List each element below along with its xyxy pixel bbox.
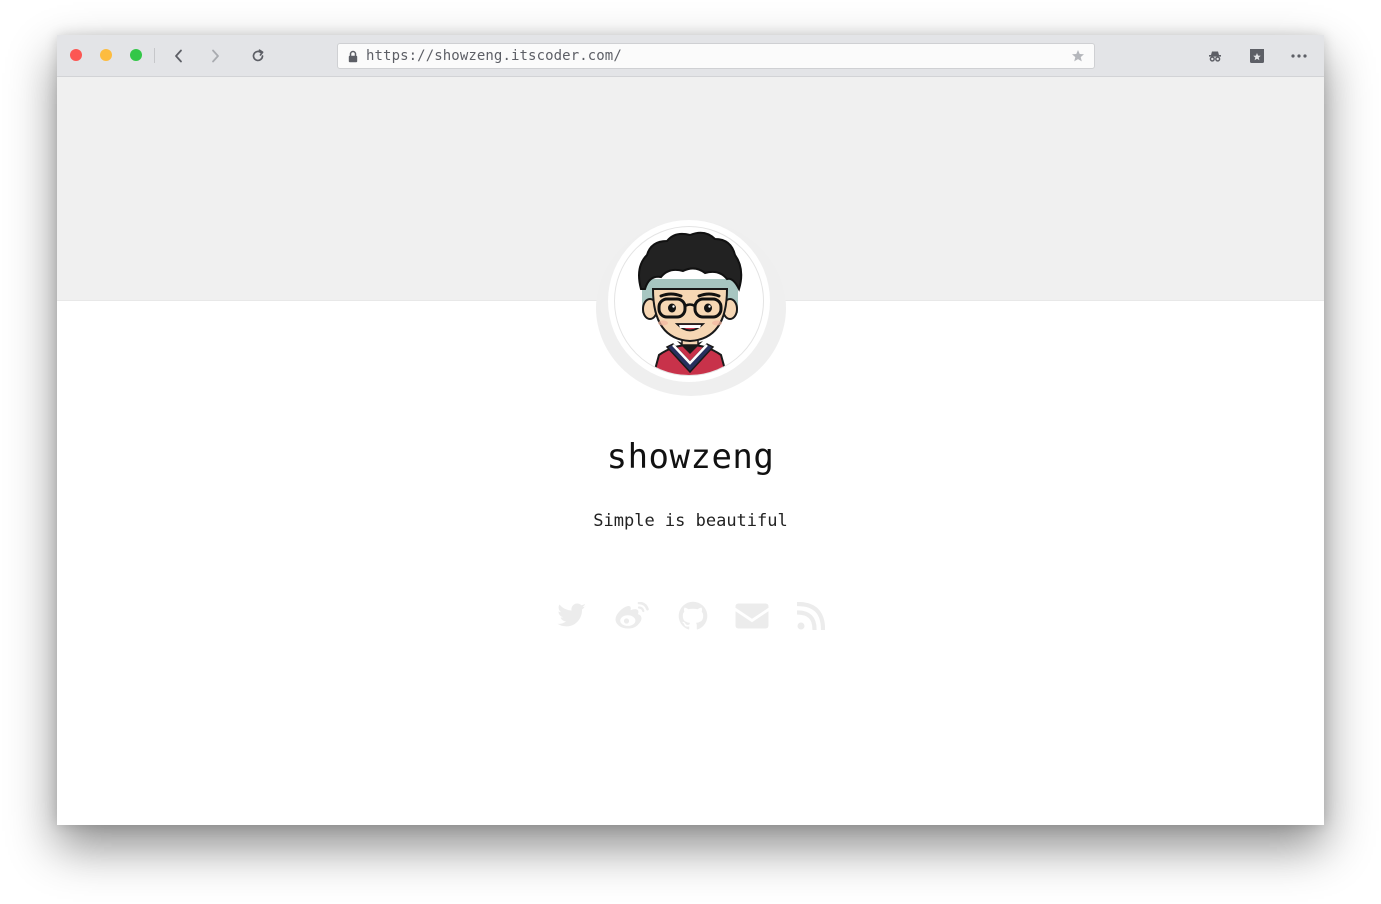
twitter-icon (557, 603, 586, 627)
toolbar-divider (154, 48, 155, 63)
email-link[interactable] (735, 599, 769, 633)
twitter-link[interactable] (555, 599, 589, 633)
forward-button[interactable] (204, 45, 226, 67)
social-links (57, 599, 1324, 635)
cartoon-avatar-glasses-icon (638, 231, 743, 375)
weibo-icon (615, 602, 649, 629)
browser-window: https://showzeng.itscoder.com/ showzeng … (57, 35, 1324, 825)
minimize-window-button[interactable] (100, 49, 112, 61)
lock-icon (348, 50, 358, 63)
avatar[interactable] (608, 220, 770, 382)
github-link[interactable] (676, 599, 710, 633)
avatar-image (614, 226, 764, 376)
rss-link[interactable] (794, 599, 828, 633)
more-dots-icon (1291, 54, 1307, 58)
chevron-right-icon (212, 49, 219, 63)
rss-icon (797, 602, 825, 630)
incognito-button[interactable] (1205, 46, 1225, 66)
page-content: showzeng Simple is beautiful (57, 77, 1324, 825)
close-window-button[interactable] (70, 49, 82, 61)
bookmark-star-icon (1250, 49, 1264, 63)
profile-tagline: Simple is beautiful (593, 511, 788, 531)
url-text: https://showzeng.itscoder.com/ (366, 48, 622, 64)
reload-button[interactable] (247, 45, 269, 67)
menu-button[interactable] (1289, 46, 1309, 66)
back-button[interactable] (168, 45, 190, 67)
maximize-window-button[interactable] (130, 49, 142, 61)
star-icon[interactable] (1071, 49, 1085, 63)
github-icon (678, 601, 708, 630)
profile-name: showzeng (606, 437, 775, 477)
reading-list-button[interactable] (1247, 46, 1267, 66)
mail-icon (735, 603, 769, 629)
incognito-icon (1209, 51, 1221, 62)
browser-toolbar: https://showzeng.itscoder.com/ (57, 35, 1324, 77)
chevron-left-icon (175, 49, 182, 63)
address-bar[interactable]: https://showzeng.itscoder.com/ (337, 43, 1095, 69)
weibo-link[interactable] (615, 599, 649, 633)
reload-icon (252, 49, 264, 62)
